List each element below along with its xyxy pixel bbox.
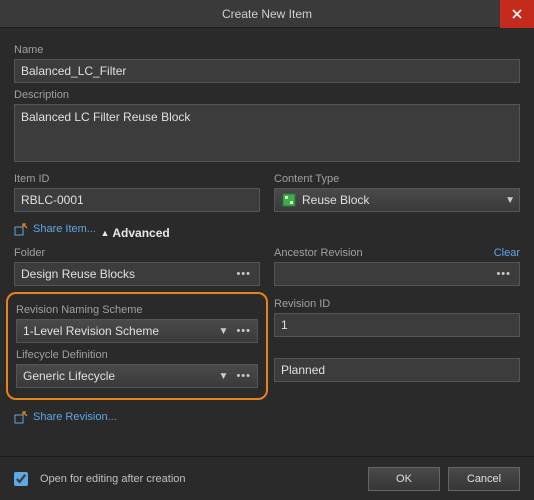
triangle-down-icon: ▲ <box>100 228 109 238</box>
content-type-label: Content Type <box>274 173 520 185</box>
folder-field[interactable]: Design Reuse Blocks ••• <box>14 262 260 286</box>
revision-scheme-browse-button[interactable]: ••• <box>234 325 253 337</box>
revision-id-input[interactable] <box>274 313 520 337</box>
ancestor-browse-button[interactable]: ••• <box>494 268 513 280</box>
item-id-input[interactable] <box>14 188 260 212</box>
highlighted-region: Revision Naming Scheme 1-Level Revision … <box>6 292 268 400</box>
folder-value: Design Reuse Blocks <box>21 267 228 281</box>
chevron-down-icon: ▼ <box>219 326 229 337</box>
chevron-down-icon: ▼ <box>505 195 515 206</box>
open-after-label: Open for editing after creation <box>40 473 360 485</box>
description-input[interactable]: Balanced LC Filter Reuse Block <box>14 104 520 162</box>
name-input[interactable] <box>14 59 520 83</box>
close-button[interactable] <box>500 0 534 28</box>
folder-browse-button[interactable]: ••• <box>234 268 253 280</box>
reuse-block-icon <box>281 192 297 208</box>
advanced-section-toggle[interactable]: ▲ Advanced <box>100 226 169 240</box>
description-label: Description <box>14 89 520 101</box>
share-item-link[interactable]: Share Item... <box>14 222 96 236</box>
item-id-label: Item ID <box>14 173 260 185</box>
cancel-button[interactable]: Cancel <box>448 467 520 491</box>
close-icon <box>512 9 522 19</box>
ancestor-clear-link[interactable]: Clear <box>494 247 520 259</box>
share-revision-link[interactable]: Share Revision... <box>14 410 117 424</box>
share-item-label: Share Item... <box>33 223 96 235</box>
content-type-select[interactable]: Reuse Block ▼ <box>274 188 520 212</box>
ancestor-field[interactable]: ••• <box>274 262 520 286</box>
ancestor-label-text: Ancestor Revision <box>274 247 363 259</box>
revision-scheme-select[interactable]: 1-Level Revision Scheme ▼ ••• <box>16 319 258 343</box>
lifecycle-value: Generic Lifecycle <box>23 369 215 383</box>
lifecycle-state-value: Planned <box>281 363 513 377</box>
share-icon <box>14 222 28 236</box>
revision-scheme-label: Revision Naming Scheme <box>16 304 258 316</box>
open-after-checkbox[interactable] <box>14 472 28 486</box>
lifecycle-browse-button[interactable]: ••• <box>234 370 253 382</box>
share-revision-label: Share Revision... <box>33 411 117 423</box>
lifecycle-state-field: Planned <box>274 358 520 382</box>
revision-scheme-value: 1-Level Revision Scheme <box>23 324 215 338</box>
name-label: Name <box>14 44 520 56</box>
content-type-value: Reuse Block <box>302 193 501 207</box>
ancestor-label: Ancestor Revision Clear <box>274 247 520 259</box>
folder-label: Folder <box>14 247 260 259</box>
revision-id-label: Revision ID <box>274 298 520 310</box>
titlebar: Create New Item <box>0 0 534 28</box>
chevron-down-icon: ▼ <box>219 371 229 382</box>
share-icon <box>14 410 28 424</box>
lifecycle-label: Lifecycle Definition <box>16 349 258 361</box>
window-title: Create New Item <box>222 7 312 21</box>
ok-button[interactable]: OK <box>368 467 440 491</box>
advanced-label: Advanced <box>112 226 169 240</box>
lifecycle-select[interactable]: Generic Lifecycle ▼ ••• <box>16 364 258 388</box>
footer: Open for editing after creation OK Cance… <box>0 456 534 500</box>
